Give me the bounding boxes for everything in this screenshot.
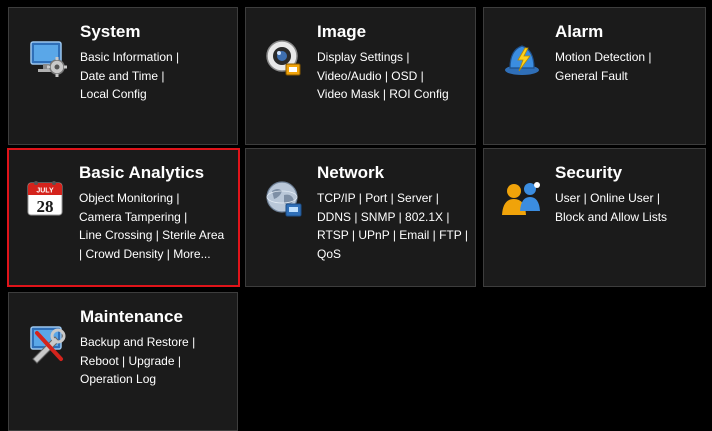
tile-link-line[interactable]: DDNS | SNMP | 802.1X | [317, 208, 477, 227]
tile-link-line[interactable]: Object Monitoring | [79, 189, 239, 208]
tile-system[interactable]: System Basic Information | Date and Time… [8, 7, 238, 145]
tile-link-line[interactable]: Local Config [80, 85, 240, 104]
tile-link-line[interactable]: Video/Audio | OSD | [317, 67, 477, 86]
tile-basic-analytics[interactable]: JULY 28 Basic Analytics Object Monitorin… [7, 148, 240, 287]
tile-link-line[interactable]: Operation Log [80, 370, 240, 389]
tile-title: Alarm [555, 22, 604, 41]
tile-title: Network [317, 163, 385, 182]
camera-image-icon [262, 36, 306, 80]
tile-link-line[interactable]: Block and Allow Lists [555, 208, 712, 227]
tile-link-line[interactable]: Display Settings | [317, 48, 477, 67]
calendar-analytics-icon: JULY 28 [24, 177, 68, 221]
tile-title: System [80, 22, 141, 41]
tile-title: Security [555, 163, 623, 182]
tile-link-line[interactable]: Camera Tampering | [79, 208, 239, 227]
tile-link-line[interactable]: QoS [317, 245, 477, 264]
tile-link-line[interactable]: Reboot | Upgrade | [80, 352, 240, 371]
maintenance-tools-icon [25, 321, 69, 365]
tile-alarm[interactable]: Alarm Motion Detection | General Fault [483, 7, 706, 145]
tile-link-line[interactable]: Basic Information | [80, 48, 240, 67]
tile-link-line[interactable]: Line Crossing | Sterile Area [79, 226, 239, 245]
tile-title: Image [317, 22, 367, 41]
tile-link-line[interactable]: General Fault [555, 67, 712, 86]
config-menu-grid: System Basic Information | Date and Time… [0, 0, 712, 431]
calendar-month-label: JULY [36, 188, 54, 195]
alarm-bell-icon [500, 36, 544, 80]
tile-network[interactable]: Network TCP/IP | Port | Server | DDNS | … [245, 148, 476, 287]
tile-link-line[interactable]: RTSP | UPnP | Email | FTP | [317, 226, 477, 245]
tile-security[interactable]: Security User | Online User | Block and … [483, 148, 706, 287]
system-settings-icon [25, 36, 69, 80]
calendar-day-label: 28 [37, 197, 54, 216]
tile-image[interactable]: Image Display Settings | Video/Audio | O… [245, 7, 476, 145]
tile-link-line[interactable]: Video Mask | ROI Config [317, 85, 477, 104]
network-globe-icon [262, 177, 306, 221]
users-security-icon [500, 177, 544, 221]
tile-link-line[interactable]: User | Online User | [555, 189, 712, 208]
tile-link-line[interactable]: Backup and Restore | [80, 333, 240, 352]
tile-link-line[interactable]: TCP/IP | Port | Server | [317, 189, 477, 208]
tile-title: Basic Analytics [79, 163, 205, 182]
tile-link-line[interactable]: Date and Time | [80, 67, 240, 86]
tile-title: Maintenance [80, 307, 183, 326]
tile-link-line[interactable]: Motion Detection | [555, 48, 712, 67]
tile-maintenance[interactable]: Maintenance Backup and Restore | Reboot … [8, 292, 238, 431]
tile-link-line[interactable]: | Crowd Density | More... [79, 245, 239, 264]
